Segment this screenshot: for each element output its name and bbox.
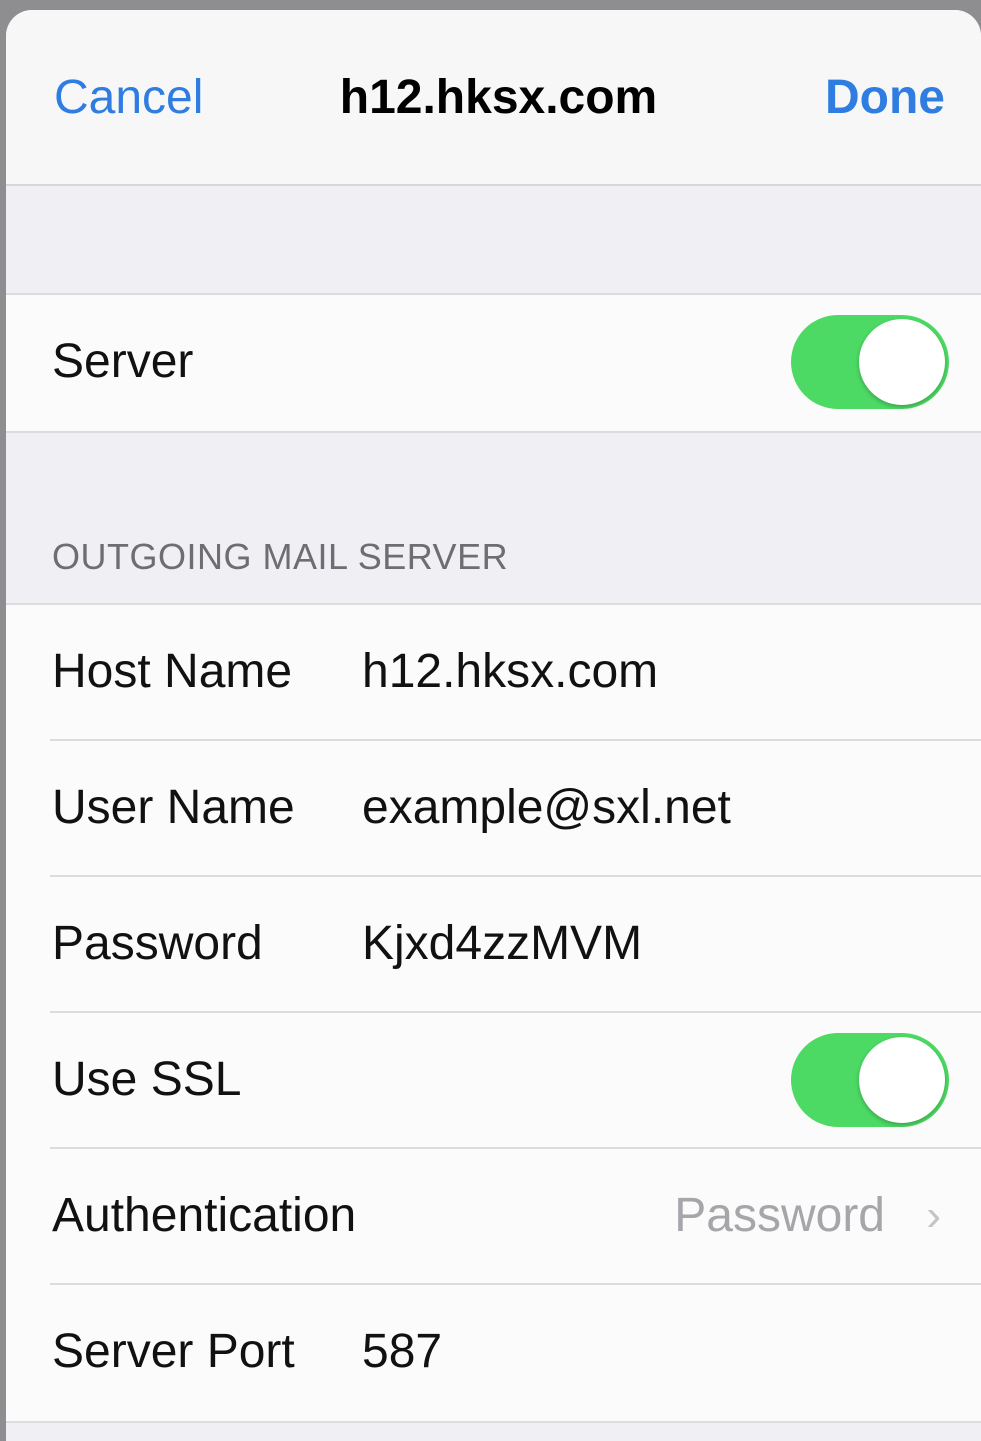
server-port-label: Server Port [52, 1325, 295, 1378]
section-header-outgoing: OUTGOING MAIL SERVER [52, 536, 509, 577]
authentication-row[interactable]: Authentication Password › [6, 1149, 981, 1285]
server-label: Server [52, 335, 194, 388]
server-port-field[interactable]: 587 [362, 1285, 442, 1419]
server-port-row[interactable]: Server Port 587 [6, 1285, 981, 1421]
outgoing-server-group: Host Name h12.hksx.com User Name example… [6, 603, 981, 1423]
authentication-value: Password [674, 1189, 885, 1242]
use-ssl-toggle[interactable] [791, 1033, 949, 1127]
toggle-knob [859, 1037, 945, 1123]
done-button[interactable]: Done [825, 70, 945, 125]
host-name-field[interactable]: h12.hksx.com [362, 605, 658, 739]
use-ssl-row: Use SSL [6, 1013, 981, 1149]
settings-sheet: Cancel h12.hksx.com Done Server OUTGOING… [6, 10, 981, 1441]
user-name-field[interactable]: example@sxl.net [362, 741, 731, 875]
server-row: Server [6, 295, 981, 431]
toggle-knob [859, 319, 945, 405]
authentication-label: Authentication [52, 1189, 357, 1242]
user-name-label: User Name [52, 781, 295, 834]
server-toggle[interactable] [791, 315, 949, 409]
user-name-row[interactable]: User Name example@sxl.net [6, 741, 981, 877]
host-name-row[interactable]: Host Name h12.hksx.com [6, 605, 981, 741]
password-field[interactable]: Kjxd4zzMVM [362, 877, 642, 1011]
password-label: Password [52, 917, 263, 970]
server-group: Server [6, 293, 981, 433]
use-ssl-label: Use SSL [52, 1053, 242, 1106]
navigation-bar: Cancel h12.hksx.com Done [6, 10, 981, 186]
chevron-right-icon: › [926, 1191, 941, 1240]
host-name-label: Host Name [52, 645, 293, 698]
password-row[interactable]: Password Kjxd4zzMVM [6, 877, 981, 1013]
